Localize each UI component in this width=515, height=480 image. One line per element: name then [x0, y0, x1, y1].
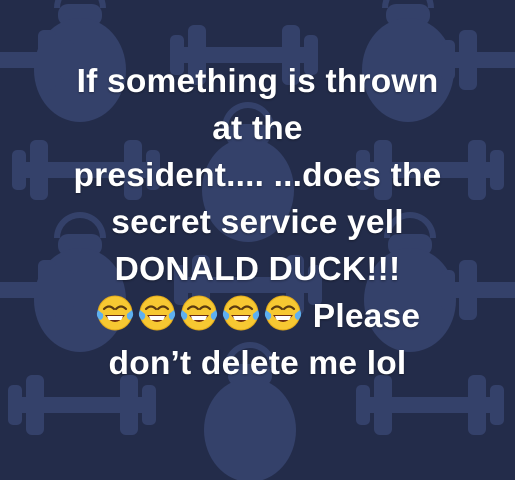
post-text: If something is thrown at the president.… [20, 58, 495, 387]
text-line: DONALD DUCK!!! [114, 251, 401, 288]
text-line: Please [312, 298, 421, 335]
text-line: If something is thrown [76, 63, 439, 100]
face-with-tears-of-joy-icon [179, 293, 219, 333]
text-line: president.... ...does the [73, 157, 442, 194]
emoji-row: Please [20, 293, 495, 340]
face-with-tears-of-joy-icon [221, 293, 261, 333]
text-line: at the [212, 110, 303, 147]
face-with-tears-of-joy-icon [95, 293, 135, 333]
text-line: secret service yell [111, 204, 404, 241]
emoji-group [95, 295, 305, 335]
face-with-tears-of-joy-icon [263, 293, 303, 333]
face-with-tears-of-joy-icon [137, 293, 177, 333]
meme-card: If something is thrown at the president.… [0, 0, 515, 480]
text-line: don’t delete me lol [108, 345, 407, 382]
